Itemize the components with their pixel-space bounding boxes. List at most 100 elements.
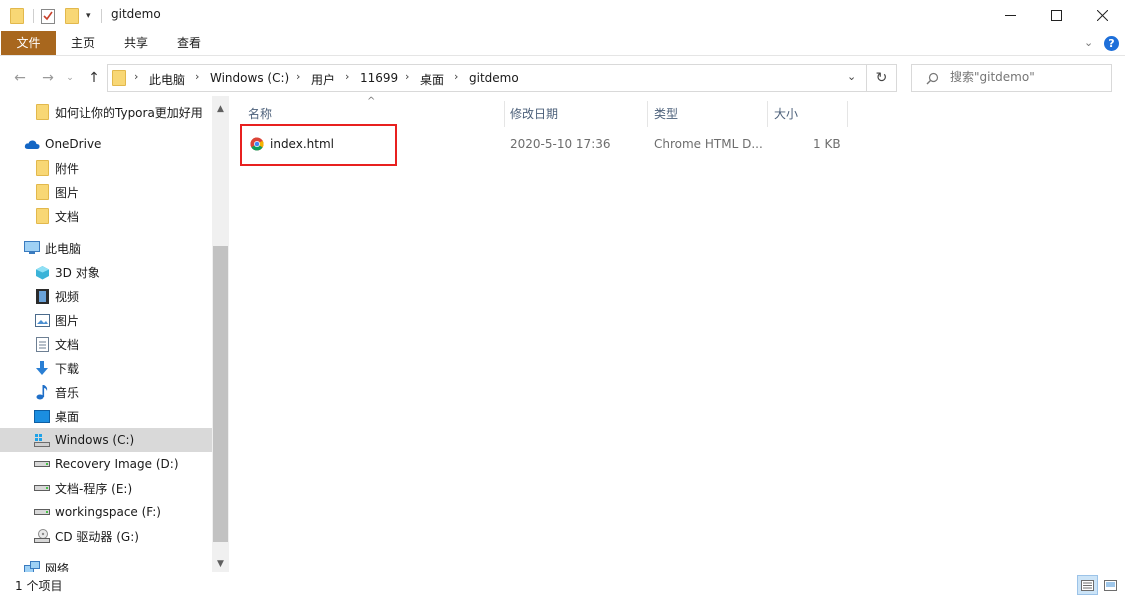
tab-view[interactable]: 查看 (168, 31, 210, 55)
close-button[interactable] (1079, 0, 1125, 31)
large-icons-view-button[interactable] (1100, 575, 1121, 595)
tab-file[interactable]: 文件 (1, 31, 56, 55)
sidebar-item-windows-c[interactable]: Windows (C:) (0, 428, 212, 452)
scrollbar-thumb[interactable] (213, 246, 228, 542)
sidebar-item-onedrive-pictures[interactable]: 图片 (0, 180, 212, 204)
back-button[interactable]: ← (8, 66, 32, 90)
drive-icon (34, 480, 50, 496)
pictures-icon (34, 312, 50, 328)
folder-icon (34, 184, 50, 200)
sidebar-item-desktop[interactable]: 桌面 (0, 404, 212, 428)
sidebar-item-downloads[interactable]: 下载 (0, 356, 212, 380)
column-header-type[interactable]: 类型 (647, 101, 767, 127)
sidebar-item-cd-drive-g[interactable]: CD 驱动器 (G:) (0, 524, 212, 548)
breadcrumb-this-pc[interactable]: 此电脑 (149, 71, 185, 88)
desktop-icon (34, 408, 50, 424)
download-icon (34, 360, 50, 376)
sidebar-item-label: 文档 (55, 337, 80, 352)
search-box[interactable] (911, 64, 1112, 92)
sidebar-item-label: 图片 (55, 313, 80, 328)
details-view-button[interactable] (1077, 575, 1098, 595)
chevron-right-icon: › (345, 70, 350, 83)
title-bar: ▾ gitdemo (0, 0, 1125, 31)
file-size: 1 KB (813, 137, 841, 151)
sidebar-item-network[interactable]: 网络 (0, 556, 212, 572)
breadcrumb-gitdemo[interactable]: gitdemo (469, 71, 519, 85)
sidebar-item-this-pc[interactable]: 此电脑 (0, 236, 212, 260)
breadcrumb-windows-c[interactable]: Windows (C:) (210, 71, 289, 85)
forward-button[interactable]: → (36, 66, 60, 90)
column-header-modified[interactable]: 修改日期 (503, 101, 647, 127)
maximize-button[interactable] (1033, 0, 1079, 31)
refresh-button[interactable]: ↻ (867, 64, 897, 92)
sidebar-item-label: 文档-程序 (E:) (55, 481, 133, 496)
sidebar-item-attachments[interactable]: 附件 (0, 156, 212, 180)
breadcrumb-users[interactable]: 用户 (311, 71, 335, 88)
chevron-right-icon: › (195, 70, 200, 83)
cloud-icon (24, 136, 40, 152)
video-icon (34, 288, 50, 304)
customize-toolbar-icon[interactable]: ▾ (86, 7, 91, 25)
chevron-down-icon: ⌄ (66, 73, 74, 83)
arrow-right-icon: → (42, 70, 54, 86)
address-dropdown-icon[interactable]: ⌄ (847, 70, 856, 83)
new-folder-icon[interactable] (65, 7, 79, 25)
sidebar-item-3d-objects[interactable]: 3D 对象 (0, 260, 212, 284)
column-header-size[interactable]: 大小 (767, 101, 847, 127)
column-divider[interactable] (847, 101, 848, 127)
network-icon (24, 560, 40, 572)
windows-drive-icon (34, 432, 50, 448)
sidebar-item-label: 附件 (55, 161, 80, 176)
sidebar-item-label: 图片 (55, 185, 80, 200)
sidebar-item-label: 音乐 (55, 385, 80, 400)
scroll-up-arrow-icon[interactable]: ▲ (212, 100, 229, 117)
music-icon (34, 384, 50, 400)
sidebar-item-typora[interactable]: 如何让你的Typora更加好用 (0, 100, 212, 124)
tab-home[interactable]: 主页 (62, 31, 104, 55)
highlight-box (240, 124, 397, 166)
status-bar: 1 个项目 (0, 573, 1125, 599)
minimize-icon (1004, 15, 1016, 16)
title-separator (101, 9, 102, 23)
drive-icon (34, 504, 50, 520)
chevron-right-icon: › (454, 70, 459, 83)
folder-icon (34, 208, 50, 224)
breadcrumb-desktop[interactable]: 桌面 (420, 71, 444, 88)
breadcrumb-11699[interactable]: 11699 (360, 71, 398, 85)
sidebar-item-onedrive-documents[interactable]: 文档 (0, 204, 212, 228)
sidebar-item-onedrive[interactable]: OneDrive (0, 132, 212, 156)
computer-icon (24, 240, 40, 256)
search-input[interactable] (950, 70, 1105, 84)
arrow-up-icon: ↑ (88, 70, 100, 86)
sidebar-item-workingspace-f[interactable]: workingspace (F:) (0, 500, 212, 524)
address-bar[interactable]: › 此电脑 › Windows (C:) › 用户 › 11699 › 桌面 ›… (107, 64, 867, 92)
ribbon: 文件 主页 共享 查看 ⌄ ? (0, 31, 1125, 56)
properties-icon[interactable] (41, 7, 55, 25)
folder-icon (34, 160, 50, 176)
drive-icon (34, 456, 50, 472)
sidebar-item-label: 文档 (55, 209, 80, 224)
recent-locations-button[interactable]: ⌄ (62, 66, 78, 90)
sidebar-item-label: Windows (C:) (55, 433, 135, 447)
minimize-button[interactable] (987, 0, 1033, 31)
sidebar-item-recovery-d[interactable]: Recovery Image (D:) (0, 452, 212, 476)
up-button[interactable]: ↑ (82, 66, 106, 90)
refresh-icon: ↻ (875, 70, 888, 86)
arrow-left-icon: ← (14, 70, 26, 86)
quick-access-folder-icon[interactable] (10, 7, 24, 25)
help-icon[interactable]: ? (1104, 36, 1119, 51)
sidebar-item-label: 此电脑 (45, 241, 82, 256)
window-title: gitdemo (111, 7, 161, 21)
close-icon (1096, 10, 1108, 21)
large-icons-view-icon (1104, 579, 1117, 591)
sidebar-item-music[interactable]: 音乐 (0, 380, 212, 404)
chevron-down-icon[interactable]: ⌄ (1084, 36, 1093, 49)
sidebar-item-documents[interactable]: 文档 (0, 332, 212, 356)
tab-share[interactable]: 共享 (115, 31, 157, 55)
sidebar-item-label: 如何让你的Typora更加好用 (55, 105, 203, 120)
sidebar-item-pictures[interactable]: 图片 (0, 308, 212, 332)
sidebar-item-programs-e[interactable]: 文档-程序 (E:) (0, 476, 212, 500)
scroll-down-arrow-icon[interactable]: ▼ (212, 555, 229, 572)
sidebar-item-videos[interactable]: 视频 (0, 284, 212, 308)
cd-drive-icon (34, 528, 50, 544)
